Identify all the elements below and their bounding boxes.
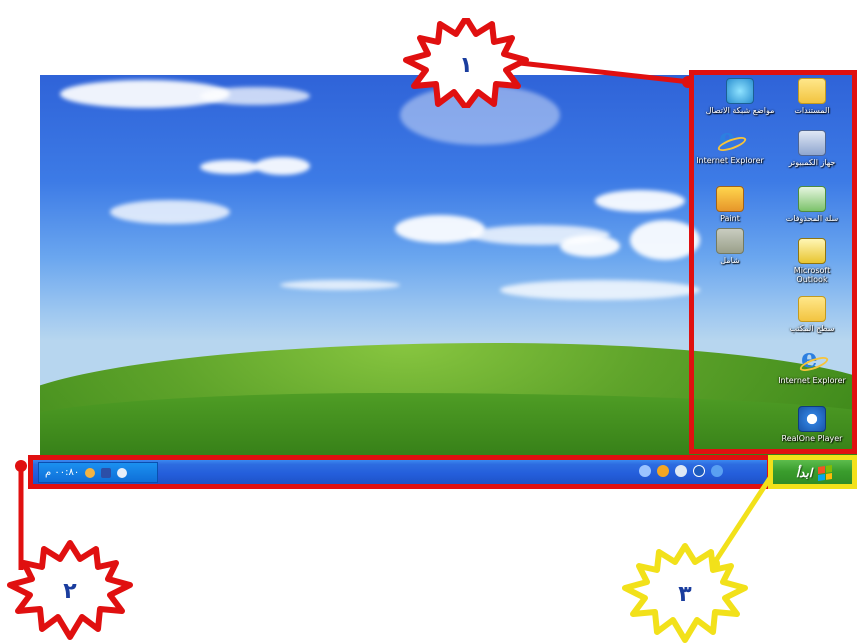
start-button-label: ابدأ bbox=[795, 465, 813, 480]
quick-launch-ie-icon[interactable] bbox=[711, 465, 723, 477]
callout-number-1: ١ bbox=[459, 53, 472, 78]
desktop-icon-label: Paint bbox=[720, 214, 740, 223]
desktop-icon-label: سطح المكتب bbox=[789, 324, 835, 333]
network-tray-icon[interactable] bbox=[101, 467, 112, 478]
internet-explorer-icon bbox=[799, 344, 825, 374]
recycle-bin-icon bbox=[798, 186, 826, 212]
internet-explorer-icon bbox=[717, 124, 743, 154]
quick-launch-desktop-icon[interactable] bbox=[639, 465, 651, 477]
desktop-icon-label: مواضع شبكة الاتصال bbox=[705, 106, 775, 115]
paint-icon bbox=[716, 186, 744, 212]
desktop-icons-area: المستندات مواضع شبكة الاتصال جهاز الكمبي… bbox=[696, 78, 850, 448]
desktop-icon-label: RealOne Player bbox=[781, 434, 843, 443]
desktop-icon-label: Microsoft Outlook bbox=[793, 266, 831, 284]
desktop-icon-network-places[interactable]: مواضع شبكة الاتصال bbox=[705, 78, 775, 115]
realone-player-icon bbox=[798, 406, 826, 432]
desktop-icon-paint[interactable]: Paint bbox=[695, 186, 765, 223]
quick-launch-media-icon[interactable] bbox=[657, 465, 669, 477]
clock[interactable]: ٠٠:٨٠ م bbox=[45, 467, 79, 478]
folder-icon bbox=[716, 228, 744, 254]
callout-star-1: ١ bbox=[403, 18, 529, 108]
folder-icon bbox=[798, 296, 826, 322]
desktop-icon-label: شامل bbox=[720, 256, 740, 265]
desktop-icon-label: Internet Explorer bbox=[778, 376, 846, 385]
speaker-icon[interactable] bbox=[85, 467, 96, 478]
desktop-icon-my-computer[interactable]: جهاز الكمبيوتر bbox=[777, 130, 847, 167]
callout-star-3: ٣ bbox=[622, 543, 748, 643]
desktop-icon-label: جهاز الكمبيوتر bbox=[788, 158, 836, 167]
desktop-icon-label: المستندات bbox=[794, 106, 830, 115]
desktop-icon-internet-explorer-2[interactable]: Internet Explorer bbox=[777, 344, 847, 385]
desktop-icon-desktop-folder[interactable]: سطح المكتب bbox=[777, 296, 847, 333]
desktop-icon-folder-shamel[interactable]: شامل bbox=[695, 228, 765, 265]
connector-dot-2 bbox=[15, 460, 27, 472]
windows-logo-icon bbox=[818, 464, 833, 481]
callout-star-2: ٢ bbox=[7, 540, 133, 640]
desktop-icon-documents[interactable]: المستندات bbox=[777, 78, 847, 115]
network-places-icon bbox=[726, 78, 754, 104]
desktop-icon-realone-player[interactable]: RealOne Player bbox=[777, 406, 847, 443]
folder-icon bbox=[798, 78, 826, 104]
quick-launch-outlook-icon[interactable] bbox=[675, 465, 687, 477]
notification-area[interactable]: ٠٠:٨٠ م bbox=[38, 462, 158, 483]
desktop-icon-outlook[interactable]: Microsoft Outlook bbox=[777, 238, 847, 284]
security-icon[interactable] bbox=[117, 467, 128, 478]
desktop-icon-label: Internet Explorer bbox=[696, 156, 764, 165]
start-button[interactable]: ابدأ bbox=[771, 459, 857, 486]
my-computer-icon bbox=[798, 130, 826, 156]
desktop-icon-recycle-bin[interactable]: سلة المحذوفات bbox=[777, 186, 847, 223]
desktop-icon-label: سلة المحذوفات bbox=[785, 214, 839, 223]
callout-number-2: ٢ bbox=[63, 579, 77, 604]
outlook-icon bbox=[798, 238, 826, 264]
quick-launch-realone-icon[interactable] bbox=[693, 465, 705, 477]
callout-number-3: ٣ bbox=[678, 582, 692, 607]
desktop-icon-internet-explorer[interactable]: Internet Explorer bbox=[695, 124, 765, 165]
